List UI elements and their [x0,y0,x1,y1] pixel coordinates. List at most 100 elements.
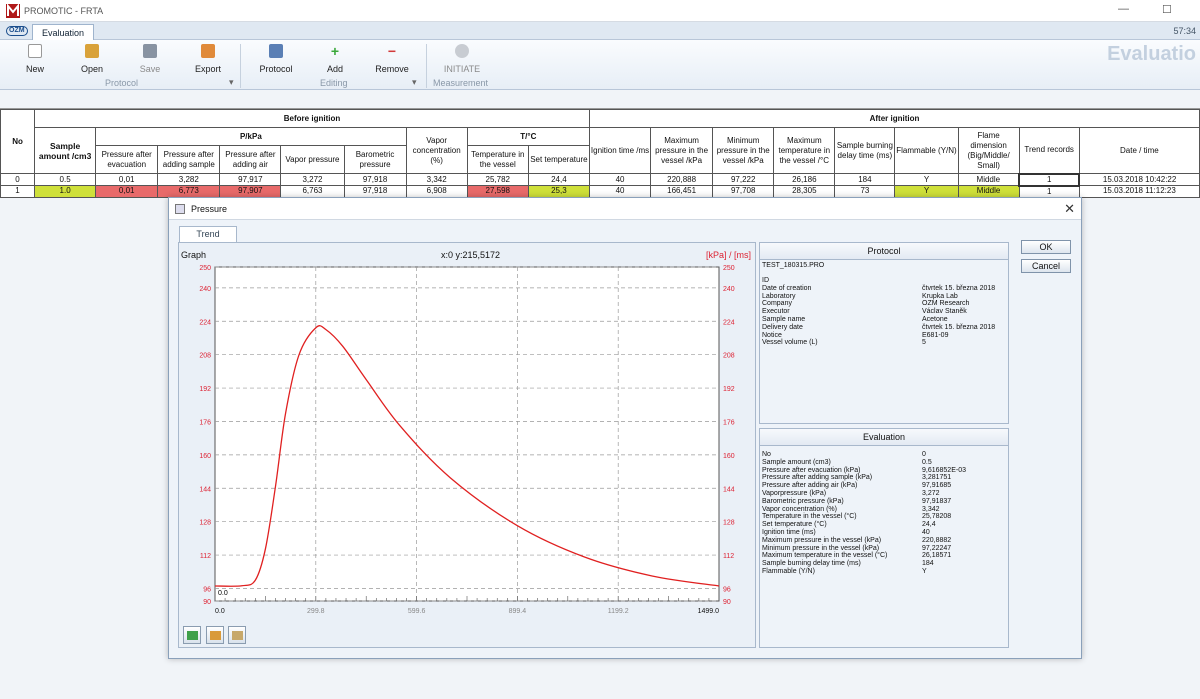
evaluation-field-key: Ignition time (ms) [762,528,816,536]
tab-evaluation[interactable]: Evaluation [32,24,95,40]
y-tick-label-left: 112 [200,553,211,560]
cell-vapor-c: 6,908 [405,185,468,198]
evaluation-field-value: Y [922,567,927,575]
protocol-button[interactable]: Protocol [251,44,301,74]
cell-p-sample: 3,282 [157,173,221,186]
col-date-time: Date / time [1078,127,1200,174]
new-button-label: New [25,64,44,74]
evaluation-fields: No 0 Sample amount (cm3) 0.5 Pressure after … [760,446,1008,576]
col-max-pressure: Maximum pressure in the vessel /kPa [650,127,714,174]
cancel-button[interactable]: Cancel [1021,259,1071,273]
cell-trend[interactable]: 1 [1018,172,1081,187]
protocol-button-label: Protocol [259,64,293,74]
open-button[interactable]: Open [67,44,117,74]
col-no: No [0,109,36,174]
protocol-file-name: TEST_180315.PRO [762,262,825,269]
add-button[interactable]: + Add [310,44,360,74]
initiate-circle-icon [455,44,469,58]
ok-button[interactable]: OK [1021,240,1071,254]
export-icon [201,44,215,58]
protocol-field-key: Date of creation [762,284,812,292]
x-tick-label: 599.6 [408,608,426,615]
ribbon-separator [426,44,427,88]
col-barometric-pressure: Barometric pressure [343,145,407,174]
protocol-field-key: ID [762,277,769,284]
save-button[interactable]: Save [125,44,175,74]
save-button-label: Save [139,64,161,74]
col-pressure-sample: Pressure after adding sample [157,145,221,174]
new-button[interactable]: New [10,44,60,74]
cell-baro: 97,918 [343,185,407,198]
evaluation-field-row: Pressure after adding air (kPa) 97,91685 [760,482,1008,490]
y-tick-label-right: 176 [723,419,735,426]
protocol-field-key: Notice [762,331,782,339]
evaluation-field-key: Vaporpressure (kPa) [762,489,827,497]
minimize-icon[interactable]: — [1118,3,1129,15]
protocol-field-value: čtvrtek 15. března 2018 [922,323,996,331]
protocol-field-row: ID [760,277,1008,285]
initiate-button[interactable]: INITIATE [437,44,487,74]
y-tick-label-right: 250 [723,265,735,272]
y-tick-label-right: 160 [723,453,735,460]
evaluation-field-row: Sample amount (cm3) 0.5 [760,459,1008,467]
protocol-field-value: 5 [922,339,926,347]
evaluation-field-row: Pressure after adding sample (kPa) 3,2817… [760,474,1008,482]
initiate-button-label: INITIATE [443,64,481,74]
cell-set-t: 24,4 [527,173,590,186]
cell-p-air: 97,907 [219,185,282,198]
open-folder-icon [85,44,99,58]
tab-bar: OZM Evaluation 57:34 [0,22,1200,40]
ribbon-watermark: Evaluatio [1107,43,1196,65]
protocol-field-row: Company OZM Research [760,300,1008,308]
evaluation-field-value: 24,4 [922,521,936,529]
cell-trend[interactable]: 1 [1018,185,1080,198]
protocol-field-value: OZM Research [922,300,970,308]
tab-trend[interactable]: Trend [179,226,237,242]
protocol-panel: Protocol TEST_180315.PRO ID Date of creat… [759,242,1009,424]
evaluation-field-key: Pressure after adding air (kPa) [762,482,858,490]
maximize-icon[interactable]: ☐ [1162,3,1172,16]
protocol-field-row: Delivery date čtvrtek 15. března 2018 [760,324,1008,332]
evaluation-field-value: 25,78208 [922,513,952,521]
graph-tool-print-icon[interactable] [228,626,247,644]
y-tick-label-right: 90 [723,599,731,606]
remove-button[interactable]: − Remove [367,44,417,74]
cell-min-p: 97,708 [712,185,775,198]
evaluation-field-value: 3,281751 [922,474,952,482]
cell-no: 1 [0,185,36,198]
graph-panel: Graph x:0 y:215,5172 [kPa] / [ms] 250 250… [178,242,756,648]
col-max-temperature: Maximum temperature in the vessel /°C [773,127,836,174]
cell-ign: 40 [588,185,652,198]
x-tick-label: 1199.2 [608,608,629,615]
protocol-icon [269,44,283,58]
remove-button-label: Remove [375,64,409,74]
trend-chart[interactable]: 250 250 240 240 224 224 208 208 192 192 176 176 160 1… [179,263,755,625]
y-tick-label-left: 144 [199,486,211,493]
editing-dropdown-icon[interactable]: ▾ [412,77,417,88]
graph-tool-chart-icon[interactable] [205,626,224,644]
table-row[interactable]: 0 0.5 0,01 3,282 97,917 3,272 97,918 3,3… [0,172,1200,187]
y-tick-label-right: 144 [723,486,735,493]
app-logo-icon [6,4,20,18]
cell-ign: 40 [588,173,652,186]
evaluation-field-value: 26,18571 [922,552,952,560]
col-vapor-pressure: Vapor pressure [280,145,345,174]
export-dropdown-icon[interactable]: ▾ [229,77,234,88]
save-disk-icon [143,44,157,58]
table-row[interactable]: 1 1.0 0,01 6,773 97,907 6,763 97,918 6,9… [0,185,1200,198]
window-icon [175,204,185,214]
evaluation-field-row: Maximum pressure in the vessel (kPa) 220,… [760,537,1008,545]
graph-tool-export-icon[interactable] [183,626,201,644]
y-tick-label-left: 160 [199,453,211,460]
cell-max-t: 26,186 [773,173,836,186]
evaluation-field-key: Maximum temperature in the vessel (°C) [762,552,888,560]
close-icon[interactable]: ✕ [1064,201,1075,217]
evaluation-field-value: 40 [922,528,930,536]
window-titlebar: PROMOTIC - FRTA — ☐ [0,0,1200,22]
corner-label: 0.0 [218,590,228,597]
export-button[interactable]: Export [183,44,233,74]
open-button-label: Open [80,64,104,74]
evaluation-field-key: Temperature in the vessel (°C) [762,513,857,521]
x-tick-label: 299.8 [307,608,325,615]
evaluation-field-row: Flammable (Y/N) Y [760,568,1008,576]
